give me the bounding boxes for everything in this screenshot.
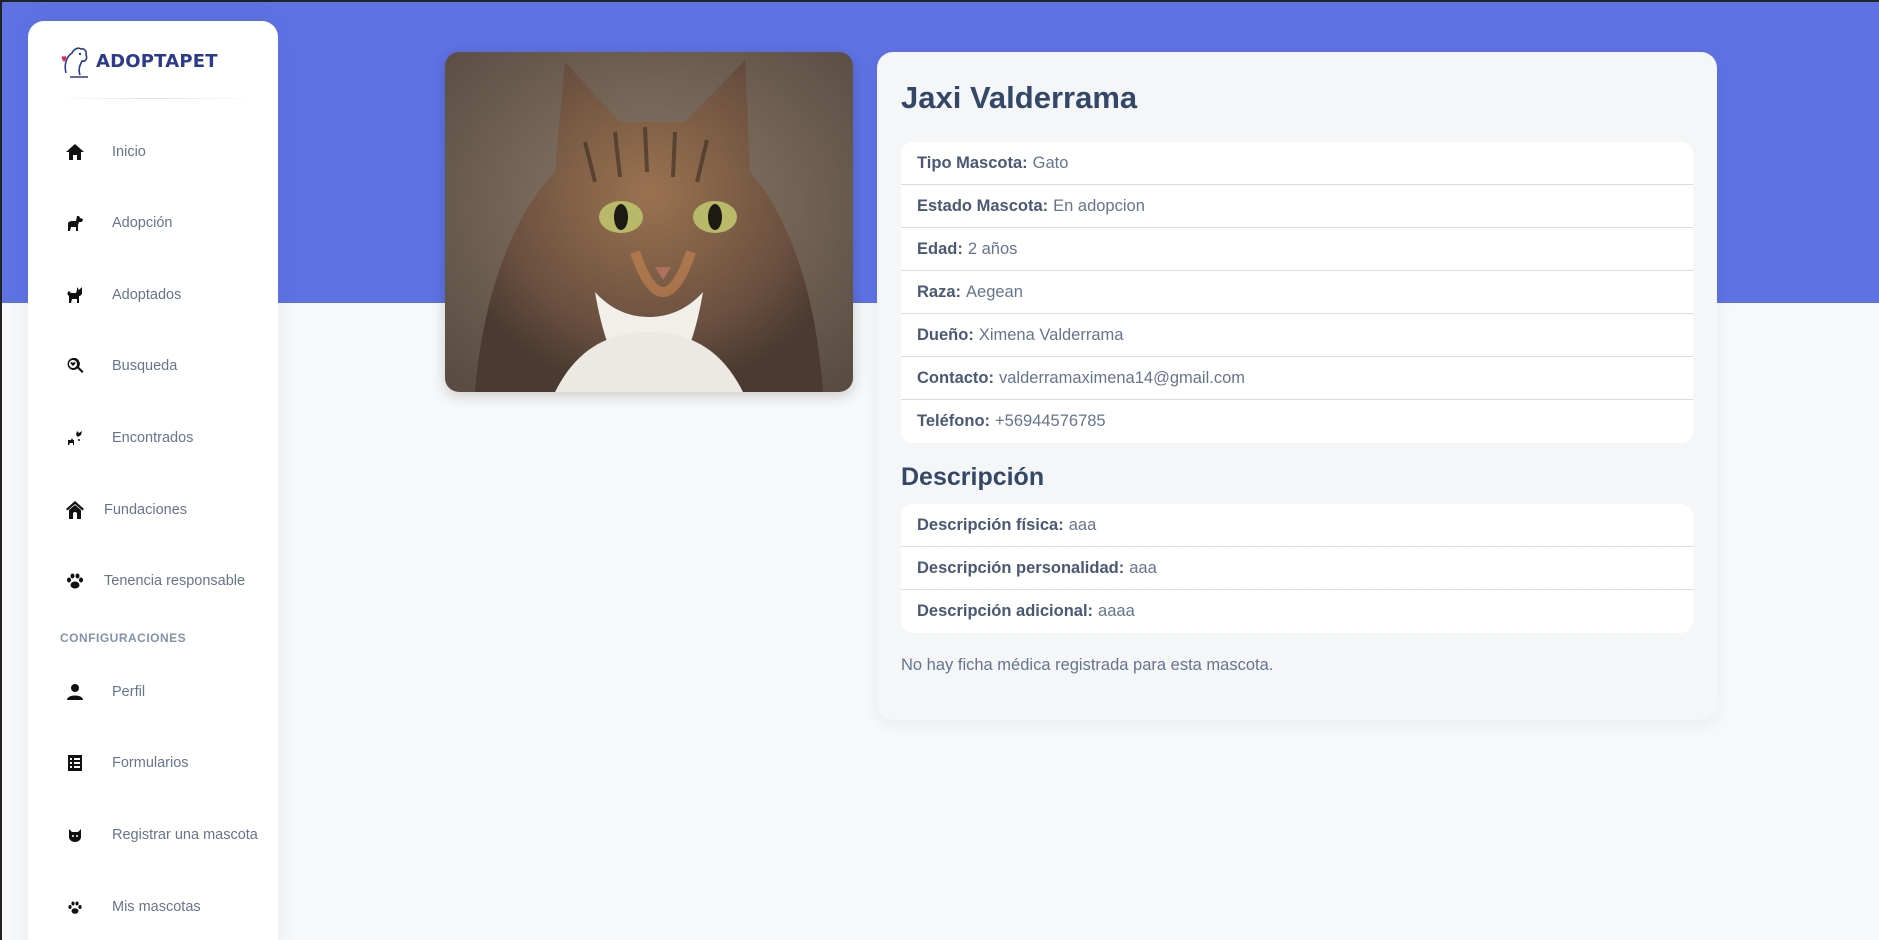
sidebar-item-tenencia[interactable]: Tenencia responsable (28, 557, 278, 605)
description-label: Descripción adicional: (917, 602, 1094, 620)
section-title-configuraciones: CONFIGURACIONES (60, 631, 187, 645)
sidebar-item-inicio[interactable]: Inicio (28, 128, 278, 176)
info-row-raza: Raza: Aegean (901, 271, 1693, 314)
info-row-dueno: Dueño: Ximena Valderrama (901, 314, 1693, 357)
info-label: Edad: (917, 239, 963, 258)
sidebar-item-label: Busqueda (112, 358, 178, 374)
description-row-adicional: Descripción adicional: aaaa (901, 590, 1693, 633)
info-value: Gato (1032, 153, 1069, 172)
sidebar-item-registrar[interactable]: Registrar una mascota (28, 811, 278, 859)
dog-icon (64, 212, 86, 234)
cat-icon (64, 284, 86, 306)
sidebar-item-busqueda[interactable]: Busqueda (28, 342, 278, 390)
info-row-contacto: Contacto: valderramaximena14@gmail.com (901, 357, 1693, 400)
sidebar-item-label: Tenencia responsable (104, 573, 246, 589)
description-value: aaa (1129, 558, 1157, 577)
brand-logo[interactable]: ADOPTAPET (58, 43, 218, 79)
info-label: Tipo Mascota: (917, 153, 1028, 172)
search-heart-icon (64, 355, 86, 377)
pet-detail-card: Jaxi Valderrama Tipo Mascota: Gato Estad… (877, 52, 1717, 720)
info-row-edad: Edad: 2 años (901, 228, 1693, 271)
sidebar-item-label: Formularios (112, 755, 189, 771)
sidebar-item-mis-mascotas[interactable]: Mis mascotas (28, 883, 278, 931)
info-value: Aegean (966, 282, 1023, 301)
description-row-fisica: Descripción física: aaa (901, 504, 1693, 547)
form-icon (64, 752, 86, 774)
sidebar-item-perfil[interactable]: Perfil (28, 668, 278, 716)
dog-cat-icon (64, 427, 86, 449)
description-value: aaa (1068, 515, 1097, 534)
user-icon (64, 681, 86, 703)
cat-face-icon (64, 824, 86, 846)
info-value: valderramaximena14@gmail.com (999, 368, 1246, 387)
description-row-personalidad: Descripción personalidad: aaa (901, 547, 1693, 590)
info-value: Ximena Valderrama (978, 325, 1124, 344)
sidebar-item-encontrados[interactable]: Encontrados (28, 414, 278, 462)
sidebar-item-label: Mis mascotas (112, 899, 201, 915)
pet-info-list: Tipo Mascota: Gato Estado Mascota: En ad… (901, 142, 1693, 443)
info-label: Teléfono: (917, 412, 991, 430)
description-label: Descripción física: (917, 515, 1064, 534)
info-row-telefono: Teléfono: +56944576785 (901, 400, 1693, 443)
sidebar-item-label: Inicio (112, 144, 146, 160)
brand-name: ADOPTAPET (96, 50, 218, 72)
sidebar-item-label: Fundaciones (104, 502, 188, 518)
info-value: 2 años (967, 239, 1018, 258)
info-row-tipo: Tipo Mascota: Gato (901, 142, 1693, 185)
home-icon (64, 141, 86, 163)
sidebar-item-label: Adopción (112, 215, 173, 231)
paw-icon (64, 896, 86, 918)
sidebar-item-label: Perfil (112, 684, 146, 700)
pet-name: Jaxi Valderrama (901, 80, 1138, 115)
sidebar-item-adoptados[interactable]: Adoptados (28, 271, 278, 319)
info-label: Estado Mascota: (917, 196, 1049, 215)
medical-record-note: No hay ficha médica registrada para esta… (901, 656, 1274, 674)
info-label: Contacto: (917, 368, 994, 387)
divider (54, 98, 254, 99)
description-label: Descripción personalidad: (917, 558, 1125, 577)
info-value: En adopcion (1053, 196, 1145, 215)
description-heading: Descripción (901, 463, 1045, 491)
sidebar-item-label: Encontrados (112, 430, 194, 446)
sidebar-item-label: Adoptados (112, 287, 182, 303)
sidebar-item-formularios[interactable]: Formularios (28, 739, 278, 787)
sidebar-item-label: Registrar una mascota (112, 827, 258, 843)
info-label: Raza: (917, 282, 962, 301)
sidebar: ADOPTAPET Inicio Adopción Adoptados Busq… (28, 21, 278, 940)
dog-logo-icon (61, 47, 88, 78)
description-list: Descripción física: aaa Descripción pers… (901, 504, 1693, 633)
house-icon (64, 499, 86, 521)
info-row-estado: Estado Mascota: En adopcion (901, 185, 1693, 228)
info-value: +56944576785 (995, 412, 1106, 430)
sidebar-item-adopcion[interactable]: Adopción (28, 199, 278, 247)
sidebar-item-fundaciones[interactable]: Fundaciones (28, 486, 278, 534)
paw-icon (64, 570, 86, 592)
info-label: Dueño: (917, 325, 974, 344)
pet-photo (445, 52, 853, 392)
description-value: aaaa (1098, 602, 1135, 620)
